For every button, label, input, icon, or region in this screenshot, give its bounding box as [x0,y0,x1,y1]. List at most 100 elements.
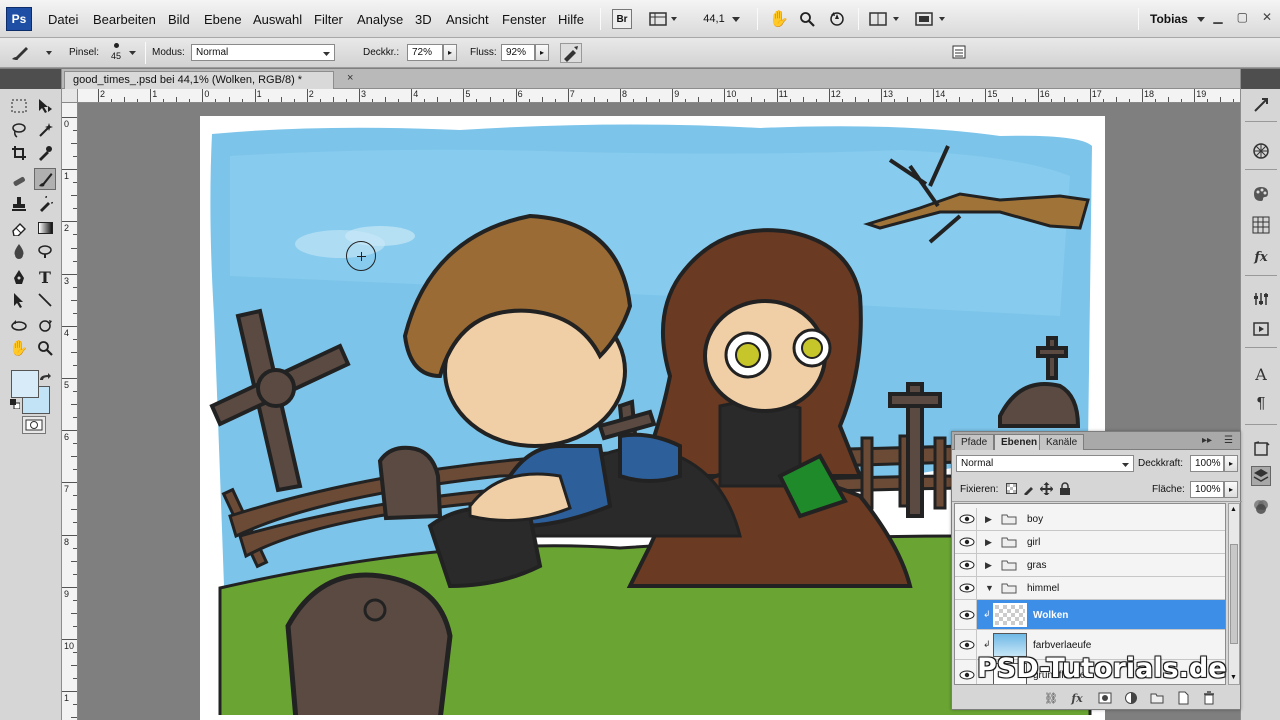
character-icon[interactable]: A [1251,364,1271,384]
history-brush-tool[interactable] [34,193,56,215]
3d-panel-icon[interactable] [1251,439,1271,459]
menu-ebene[interactable]: Ebene [204,12,242,27]
opacity-input[interactable]: 72% [407,44,443,61]
airbrush-toggle[interactable] [560,43,582,63]
paragraph-icon[interactable]: ¶ [1251,394,1271,414]
menu-datei[interactable]: Datei [48,12,78,27]
layer-list-scrollbar[interactable]: ▲ ▼ [1228,503,1240,685]
eye-icon[interactable] [959,669,975,681]
adjustments-icon[interactable] [1251,289,1271,309]
dock-header[interactable] [1241,69,1280,89]
eyedropper-tool[interactable] [34,142,56,164]
bridge-button[interactable]: Br [612,9,632,29]
zoom-level-dropdown[interactable]: 44,1 [700,9,746,29]
mode-select[interactable]: Normal [191,44,335,61]
collapse-triangle-icon[interactable]: ▼ [985,583,994,593]
layer-opacity-input[interactable]: 100% [1190,455,1224,472]
maximize-icon[interactable]: ▢ [1237,10,1248,24]
new-group-icon[interactable] [1150,691,1164,705]
menu-hilfe[interactable]: Hilfe [558,12,584,27]
menu-fenster[interactable]: Fenster [502,12,546,27]
dodge-tool[interactable] [34,240,56,262]
arrange-documents-button[interactable] [868,9,904,29]
adjustment-layer-icon[interactable] [1124,691,1138,705]
lock-pixels-icon[interactable] [1022,482,1035,495]
marquee-tool[interactable] [8,95,30,117]
brush-picker[interactable]: 45 [108,41,124,65]
zoom-tool-button[interactable] [796,9,818,29]
close-icon[interactable]: ✕ [1262,10,1272,24]
path-selection-tool[interactable] [8,289,30,311]
layer-group-gras[interactable]: ▶ gras [955,554,1225,577]
layer-wolken[interactable]: ↲ Wolken [955,600,1225,630]
magic-wand-tool[interactable] [34,119,56,141]
eraser-tool[interactable] [8,217,30,239]
styles-fx-icon[interactable]: fx [1251,247,1271,267]
3d-orbit-tool[interactable] [34,315,56,337]
eye-icon[interactable] [959,609,975,621]
3d-rotate-tool[interactable] [8,315,30,337]
navigator-icon[interactable] [1251,95,1271,115]
hand-tool-button[interactable]: ✋ [768,9,790,29]
close-document-icon[interactable]: × [347,72,353,84]
tab-channels[interactable]: Kanäle [1039,434,1085,450]
move-tool[interactable] [34,95,56,117]
blur-tool[interactable] [8,240,30,262]
expand-triangle-icon[interactable]: ▶ [985,514,992,525]
gradient-tool[interactable] [34,217,56,239]
hand-tool[interactable]: ✋ [8,337,30,359]
default-colors-icon[interactable] [10,399,21,410]
vertical-ruler[interactable]: 0 1 2 3 4 5 6 7 8 9 10 1 [62,103,78,720]
brush-panel-toggle[interactable] [951,44,967,60]
layer-opacity-slider[interactable]: ▸ [1224,455,1238,472]
eye-icon[interactable] [959,559,975,571]
swatches-icon[interactable] [1251,215,1271,235]
screen-mode-button[interactable] [914,9,950,29]
lock-transparency-icon[interactable] [1006,483,1017,494]
layers-panel-icon[interactable] [1251,466,1271,486]
menu-bearbeiten[interactable]: Bearbeiten [93,12,156,27]
type-tool[interactable]: T [34,266,56,288]
layer-mask-icon[interactable] [1098,691,1112,705]
expand-triangle-icon[interactable]: ▶ [985,537,992,548]
mini-bridge-icon[interactable] [1251,141,1271,161]
blend-mode-select[interactable]: Normal [956,455,1134,472]
workspace-user[interactable]: Tobias [1150,12,1188,26]
minimize-icon[interactable]: ▁ [1213,10,1222,24]
horizontal-ruler[interactable]: 2 1 0 1 2 3 4 5 6 7 8 9 10 11 12 13 14 15 16 17 18 19 [78,89,1240,103]
flow-slider-button[interactable]: ▸ [535,44,549,61]
pen-tool[interactable] [8,266,30,288]
new-layer-icon[interactable] [1176,691,1190,705]
fill-input[interactable]: 100% [1190,481,1224,498]
toolbox-header[interactable] [0,69,61,89]
brush-tool[interactable] [34,168,56,190]
actions-icon[interactable] [1251,319,1271,339]
document-tab[interactable]: good_times_.psd bei 44,1% (Wolken, RGB/8… [64,71,334,89]
layer-style-fx-icon[interactable]: fx [1070,691,1084,705]
spot-healing-tool[interactable] [8,170,30,192]
foreground-color-swatch[interactable] [11,370,39,398]
flow-input[interactable]: 92% [501,44,535,61]
layer-group-boy[interactable]: ▶ boy [955,508,1225,531]
link-layers-icon[interactable]: ⛓ [1044,691,1058,705]
scroll-down-icon[interactable]: ▼ [1230,674,1238,682]
crop-tool[interactable] [8,142,30,164]
scroll-thumb[interactable] [1230,544,1238,644]
fill-slider[interactable]: ▸ [1224,481,1238,498]
menu-analyse[interactable]: Analyse [357,12,403,27]
ruler-corner[interactable] [62,89,78,103]
tool-preset-picker[interactable] [8,43,56,63]
rotate-view-button[interactable] [826,9,848,29]
channels-icon[interactable] [1251,497,1271,517]
clone-stamp-tool[interactable] [8,193,30,215]
tab-paths[interactable]: Pfade [954,434,995,450]
chevron-down-icon[interactable] [128,49,138,57]
menu-filter[interactable]: Filter [314,12,343,27]
collapse-panel-icon[interactable]: ▸▸ [1202,435,1212,446]
lock-position-icon[interactable] [1040,482,1053,495]
menu-bild[interactable]: Bild [168,12,190,27]
layer-group-himmel[interactable]: ▼ himmel [955,577,1225,600]
quick-mask-button[interactable] [22,416,46,434]
delete-layer-icon[interactable] [1202,691,1216,705]
opacity-slider-button[interactable]: ▸ [443,44,457,61]
